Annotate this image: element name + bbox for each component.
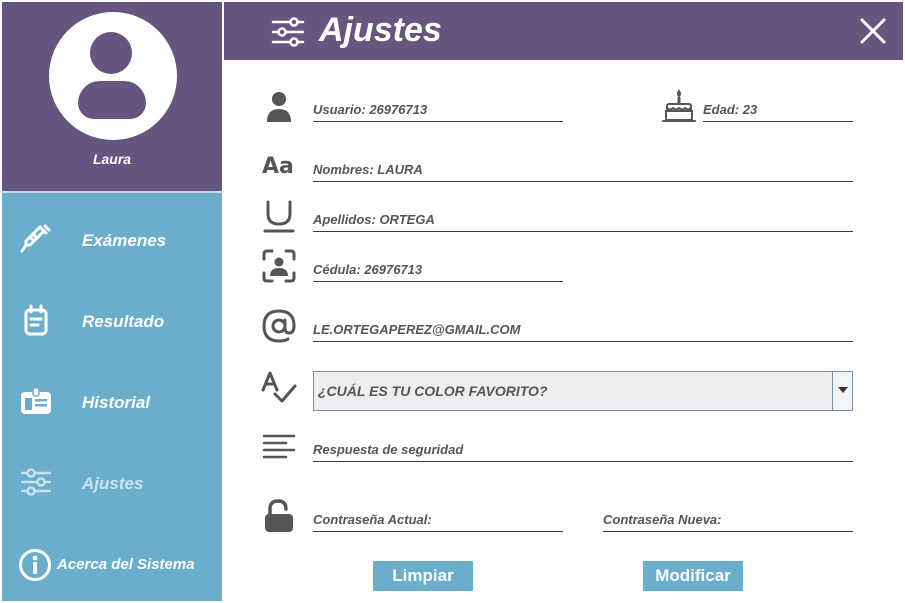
- security-question-select[interactable]: ¿CUÁL ES TU COLOR FAVORITO?: [313, 371, 853, 411]
- chevron-down-icon[interactable]: [832, 372, 852, 410]
- edad-field[interactable]: Edad: 23: [703, 92, 853, 122]
- cedula-value: Cédula: 26976713: [313, 262, 423, 277]
- spellcheck-icon: [261, 371, 297, 403]
- sidebar-item-label: Ajustes: [82, 474, 144, 493]
- unlock-icon: [265, 499, 293, 532]
- security-answer-placeholder: Respuesta de seguridad: [313, 442, 464, 457]
- syringe-icon: [20, 224, 51, 253]
- nombres-value: Nombres: LAURA: [313, 162, 423, 177]
- profile-name: Laura: [92, 151, 132, 167]
- email-value: LE.ORTEGAPEREZ@GMAIL.COM: [313, 322, 521, 337]
- new-password-label: Contraseña Nueva:: [603, 512, 722, 527]
- sliders-icon: [20, 468, 52, 496]
- info-icon: [19, 549, 51, 581]
- sidebar-item-resultado[interactable]: Resultado: [2, 290, 222, 350]
- user-icon: [267, 92, 291, 122]
- id-card-icon: [21, 387, 51, 414]
- email-field[interactable]: LE.ORTEGAPEREZ@GMAIL.COM: [313, 312, 853, 342]
- sidebar-divider: [2, 191, 222, 193]
- sidebar-item-label: Resultado: [82, 312, 165, 331]
- close-icon[interactable]: [857, 15, 889, 47]
- avatar: [49, 12, 177, 140]
- profile-panel: Laura: [2, 2, 222, 191]
- about-system-link[interactable]: Acerca del Sistema: [16, 545, 222, 585]
- security-question-value: ¿CUÁL ES TU COLOR FAVORITO?: [318, 383, 548, 399]
- usuario-value: Usuario: 26976713: [313, 102, 428, 117]
- underline-icon: [263, 200, 295, 233]
- usuario-field[interactable]: Usuario: 26976713: [313, 92, 563, 122]
- text-lines-icon: [262, 434, 296, 459]
- new-password-field[interactable]: Contraseña Nueva:: [603, 502, 853, 532]
- cedula-field[interactable]: Cédula: 26976713: [313, 252, 563, 282]
- current-password-field[interactable]: Contraseña Actual:: [313, 502, 563, 532]
- id-scan-icon: [262, 249, 296, 283]
- sliders-icon: [271, 17, 305, 47]
- modificar-button[interactable]: Modificar: [643, 561, 743, 591]
- sidebar: Laura Exámenes Resultado Historial Ajust…: [2, 2, 222, 601]
- about-system-label: Acerca del Sistema: [57, 556, 195, 573]
- apellidos-field[interactable]: Apellidos: ORTEGA: [313, 202, 853, 232]
- apellidos-value: Apellidos: ORTEGA: [313, 212, 435, 227]
- sidebar-item-examenes[interactable]: Exámenes: [2, 209, 222, 269]
- svg-text:Aa: Aa: [262, 154, 294, 179]
- current-password-label: Contraseña Actual:: [313, 512, 432, 527]
- cake-icon: [662, 89, 696, 122]
- sidebar-item-historial[interactable]: Historial: [2, 371, 222, 431]
- font-icon: Aa: [262, 154, 294, 179]
- edad-value: Edad: 23: [703, 102, 758, 117]
- security-answer-field[interactable]: Respuesta de seguridad: [313, 432, 853, 462]
- at-sign-icon: [262, 309, 296, 343]
- limpiar-button[interactable]: Limpiar: [373, 561, 473, 591]
- page-title: Ajustes: [319, 11, 442, 49]
- clipboard-icon: [24, 304, 48, 336]
- nombres-field[interactable]: Nombres: LAURA: [313, 152, 853, 182]
- sidebar-item-ajustes[interactable]: Ajustes: [2, 452, 222, 512]
- sidebar-item-label: Exámenes: [82, 231, 167, 250]
- header-bar: Ajustes: [224, 2, 903, 60]
- sidebar-item-label: Historial: [82, 393, 151, 412]
